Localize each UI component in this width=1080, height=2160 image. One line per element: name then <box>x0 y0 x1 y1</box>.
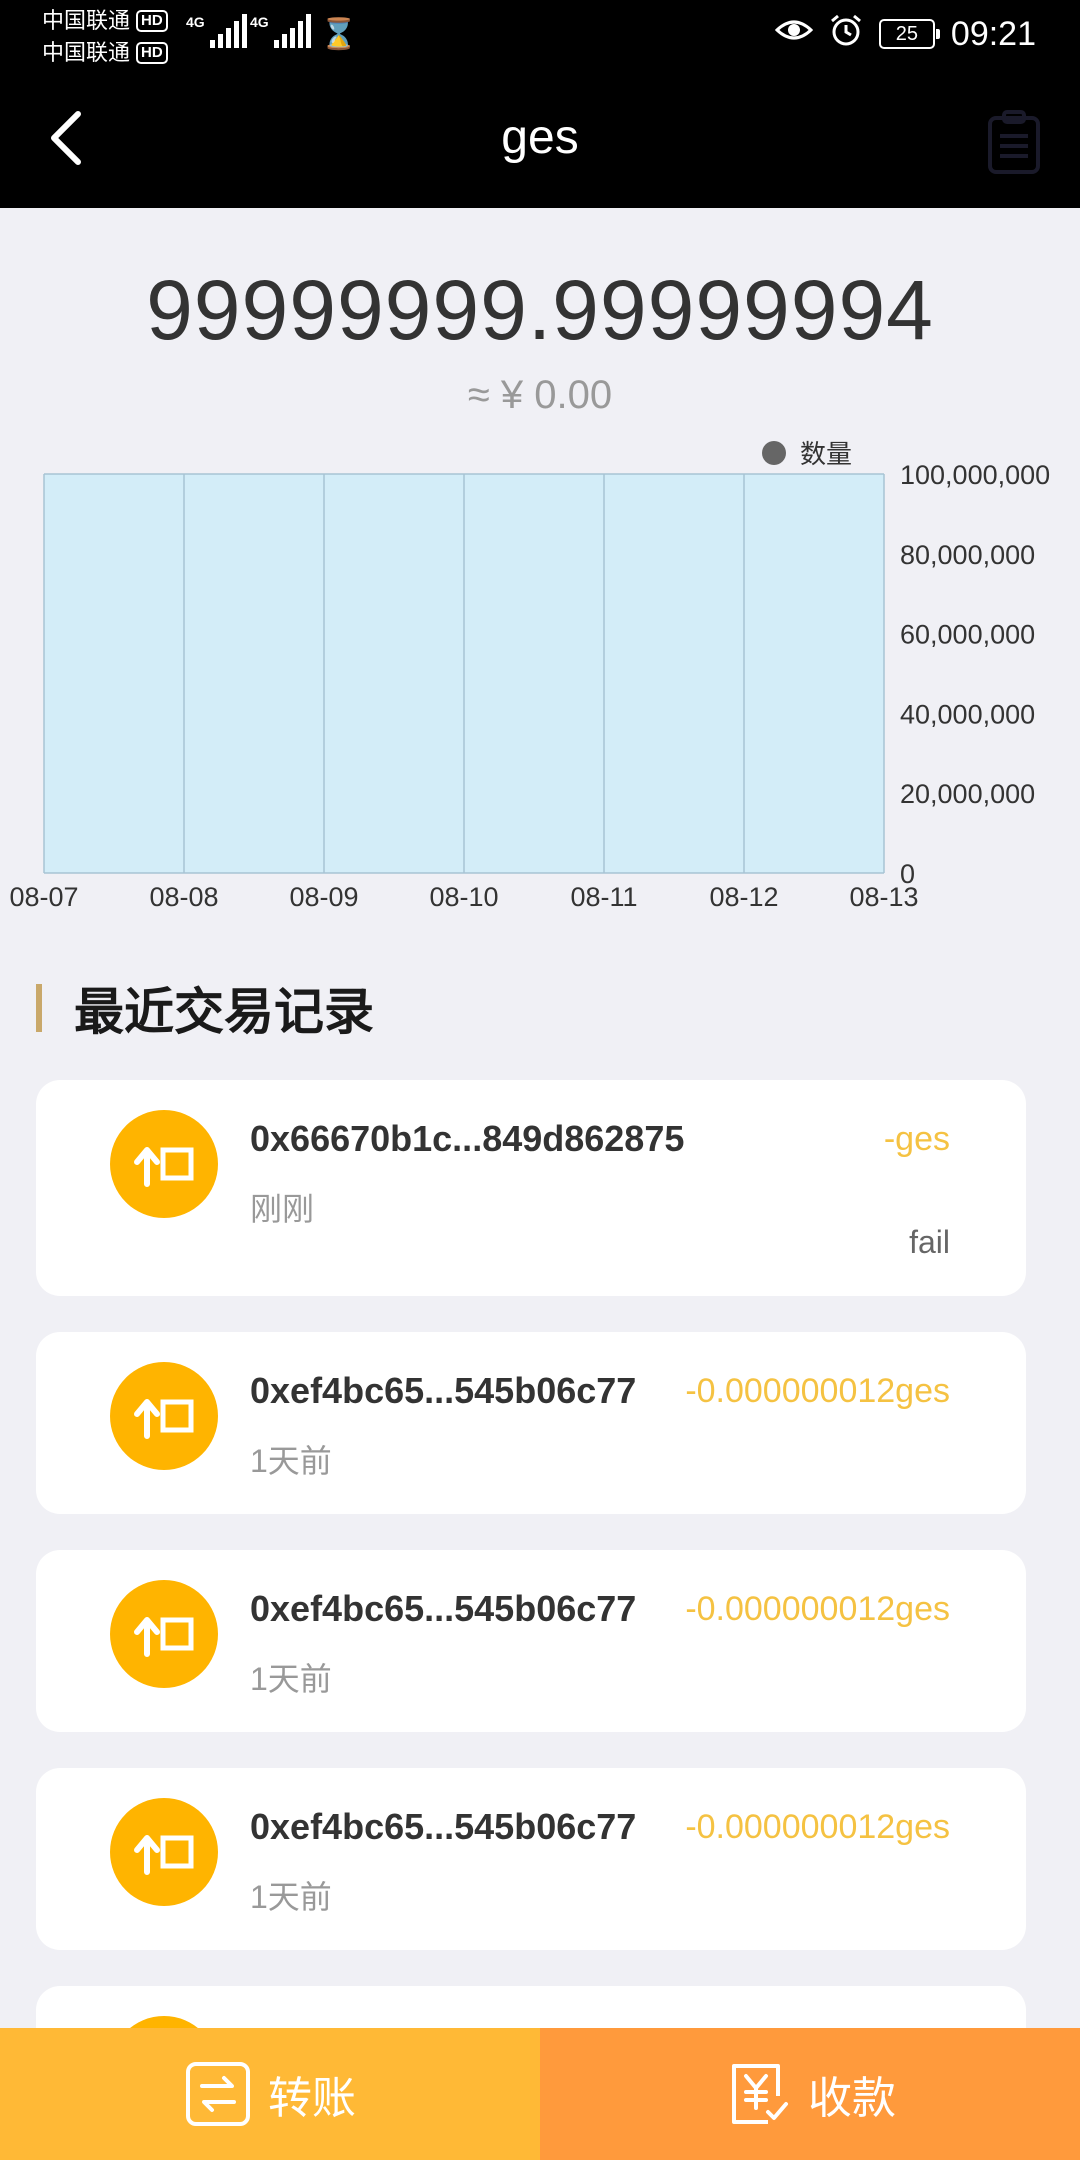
transfer-button[interactable]: 转账 <box>0 2028 540 2160</box>
section-title: 最近交易记录 <box>74 984 374 1040</box>
y-tick-label: 40,000,000 <box>900 699 1035 729</box>
hd-badge-1: HD <box>136 10 168 32</box>
transaction-item[interactable]: 0xef4bc65...545b06c77 -0.000000012ges 1天… <box>36 1332 1026 1514</box>
y-tick-label: 80,000,000 <box>900 540 1035 570</box>
legend-label: 数量 <box>800 439 853 469</box>
transaction-address: 0xef4bc65...545b06c77 <box>250 1806 637 1847</box>
alarm-icon <box>829 13 863 55</box>
network-type-2: 4G <box>250 14 269 30</box>
chart-legend: 数量 <box>762 434 852 471</box>
title-bar: ges <box>0 68 1080 208</box>
transaction-amount: -0.000000012ges <box>685 1590 950 1628</box>
transfer-out-icon <box>110 1362 218 1470</box>
receive-label: 收款 <box>808 2074 896 2123</box>
signal-icon-1: 4G <box>186 14 247 48</box>
y-tick-label: 20,000,000 <box>900 779 1035 809</box>
transfer-icon <box>186 2062 250 2126</box>
carrier-1-name: 中国联通 <box>42 8 131 33</box>
transaction-time: 刚刚 <box>250 1191 315 1227</box>
transaction-address: 0x66670b1c...849d862875 <box>250 1118 685 1159</box>
transfer-out-icon <box>110 1110 218 1218</box>
transaction-address: 0xef4bc65...545b06c77 <box>250 1370 637 1411</box>
section-header: 最近交易记录 <box>36 980 374 1040</box>
transaction-amount: -0.000000012ges <box>685 1372 950 1410</box>
status-right: 25 09:21 <box>774 12 1036 56</box>
balance-chart: 08-07 08-08 08-09 08-10 08-11 08-12 08-13 0 20,0… <box>0 428 1080 928</box>
receive-button[interactable]: 收款 <box>540 2028 1080 2160</box>
transaction-time: 1天前 <box>250 1661 332 1697</box>
transaction-item[interactable]: 0xef4bc65...545b06c77 -0.000000012ges 1天… <box>36 1768 1026 1950</box>
transaction-amount: -ges <box>883 1120 950 1158</box>
carrier-2-name: 中国联通 <box>42 40 131 65</box>
y-tick-label: 0 <box>900 859 915 889</box>
section-marker <box>36 984 42 1032</box>
y-tick-label: 100,000,000 <box>900 460 1050 490</box>
x-tick-label: 08-10 <box>429 882 498 912</box>
network-type-1: 4G <box>186 14 205 30</box>
transfer-label: 转账 <box>268 2074 356 2123</box>
x-tick-label: 08-11 <box>570 882 637 912</box>
hd-badge-2: HD <box>136 42 168 64</box>
transaction-item[interactable]: 0x66670b1c...849d862875 -ges 刚刚 fail <box>36 1080 1026 1296</box>
x-tick-label: 08-09 <box>289 882 358 912</box>
transaction-time: 1天前 <box>250 1443 332 1479</box>
status-bar: 中国联通 HD 中国联通 HD 4G 4G ⌛ 25 09:21 <box>0 0 1080 68</box>
carrier-2: 中国联通 HD <box>42 40 168 66</box>
battery-icon: 25 <box>878 19 940 49</box>
fiat-value: ≈ ¥ 0.00 <box>467 373 613 417</box>
chart-svg: 08-07 08-08 08-09 08-10 08-11 08-12 08-13020,0… <box>9 460 1050 912</box>
signal-icon-2: 4G <box>250 14 311 48</box>
transaction-status: fail <box>909 1224 950 1260</box>
transaction-item[interactable]: 0xef4bc65...545b06c77 -0.000000012ges 1天… <box>36 1550 1026 1732</box>
transaction-amount: -0.000000012ges <box>685 1808 950 1846</box>
clipboard-icon <box>988 110 1040 174</box>
carrier-1: 中国联通 HD <box>42 8 168 34</box>
bottom-action-bar: 转账 收款 <box>0 2028 1080 2160</box>
eye-comfort-icon <box>774 16 814 52</box>
legend-dot-icon <box>762 440 786 465</box>
receive-icon <box>732 2064 788 2124</box>
clock: 09:21 <box>950 14 1036 53</box>
x-tick-label: 08-07 <box>9 882 78 912</box>
y-tick-label: 60,000,000 <box>900 620 1035 650</box>
balance-amount: 99999999.99999994 <box>146 263 934 357</box>
transaction-time: 1天前 <box>250 1879 332 1915</box>
transfer-out-icon <box>110 1798 218 1906</box>
page-title: ges <box>501 111 579 164</box>
x-tick-label: 08-08 <box>149 882 218 912</box>
x-tick-label: 08-12 <box>709 882 778 912</box>
transfer-out-icon <box>110 1580 218 1688</box>
transaction-address: 0xef4bc65...545b06c77 <box>250 1588 637 1629</box>
records-button[interactable] <box>986 110 1042 176</box>
hourglass-icon: ⌛ <box>320 18 358 51</box>
